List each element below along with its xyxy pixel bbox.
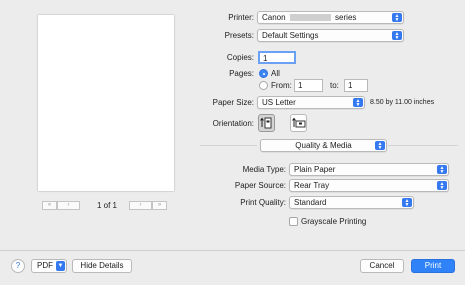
landscape-orientation-button[interactable] [290, 114, 307, 132]
last-page-button[interactable]: » [152, 201, 167, 210]
copies-field[interactable]: 1 [258, 51, 296, 64]
popup-arrows-icon: ▲ ▼ [402, 198, 412, 207]
grayscale-checkbox[interactable] [289, 217, 298, 226]
chevron-down-icon: ▼ [56, 261, 65, 271]
redacted-printer-model [289, 14, 331, 21]
orientation-label: Orientation: [212, 119, 254, 128]
portrait-orientation-button[interactable] [258, 114, 275, 132]
portrait-orientation-icon [260, 117, 272, 129]
footer-divider [0, 250, 465, 251]
page-indicator: 1 of 1 [96, 201, 117, 210]
pages-to-label: to: [330, 81, 339, 90]
hide-details-button[interactable]: Hide Details [72, 259, 132, 273]
help-button[interactable]: ? [11, 259, 25, 273]
paper-source-popup[interactable]: Rear Tray ▲ ▼ [289, 179, 449, 192]
popup-arrows-icon: ▲ ▼ [437, 181, 447, 190]
pages-from-radio[interactable] [259, 81, 268, 90]
presets-value: Default Settings [262, 31, 319, 40]
pages-from-label: From: [271, 81, 292, 90]
copies-label: Copies: [226, 53, 254, 62]
printer-popup[interactable]: Canon series ▲ ▼ [257, 11, 404, 24]
media-type-value: Plain Paper [294, 165, 336, 174]
landscape-orientation-icon [292, 117, 306, 128]
paper-dimensions: 8.50 by 11.00 inches [370, 99, 435, 106]
section-value: Quality & Media [295, 141, 352, 150]
first-page-button[interactable]: « [42, 201, 57, 210]
print-quality-label: Print Quality: [240, 198, 286, 207]
presets-label: Presets: [224, 31, 254, 40]
grayscale-label: Grayscale Printing [301, 217, 367, 226]
cancel-button[interactable]: Cancel [360, 259, 404, 273]
page-preview [38, 15, 174, 191]
popup-arrows-icon: ▲ ▼ [353, 98, 363, 107]
print-quality-popup[interactable]: Standard ▲ ▼ [289, 196, 414, 209]
popup-arrows-icon: ▲ ▼ [392, 31, 402, 40]
media-type-popup[interactable]: Plain Paper ▲ ▼ [289, 163, 449, 176]
help-icon: ? [15, 261, 21, 270]
printer-label: Printer: [228, 13, 254, 22]
printer-brand: Canon [262, 13, 286, 22]
pages-to-field[interactable]: 1 [344, 79, 368, 92]
paper-source-label: Paper Source: [234, 181, 286, 190]
next-page-button[interactable]: › [129, 201, 152, 210]
paper-size-label: Paper Size: [212, 98, 254, 107]
print-button[interactable]: Print [411, 259, 455, 273]
pages-all-radio[interactable] [259, 69, 268, 78]
print-quality-value: Standard [294, 198, 327, 207]
media-type-label: Media Type: [242, 165, 286, 174]
previous-page-button[interactable]: ‹ [57, 201, 80, 210]
popup-arrows-icon: ▲ ▼ [375, 141, 385, 150]
popup-arrows-icon: ▲ ▼ [392, 13, 402, 22]
presets-popup[interactable]: Default Settings ▲ ▼ [257, 29, 404, 42]
popup-arrows-icon: ▲ ▼ [437, 165, 447, 174]
section-divider-right [388, 145, 458, 146]
pages-from-field[interactable]: 1 [294, 79, 323, 92]
pdf-label: PDF [37, 261, 53, 270]
paper-source-value: Rear Tray [294, 181, 330, 190]
printer-model-suffix: series [335, 13, 357, 22]
paper-size-popup[interactable]: US Letter ▲ ▼ [257, 96, 365, 109]
pdf-button[interactable]: PDF ▼ [31, 259, 67, 273]
section-popup[interactable]: Quality & Media ▲ ▼ [260, 139, 387, 152]
section-divider-left [200, 145, 257, 146]
pages-label: Pages: [229, 69, 254, 78]
paper-size-value: US Letter [262, 98, 296, 107]
